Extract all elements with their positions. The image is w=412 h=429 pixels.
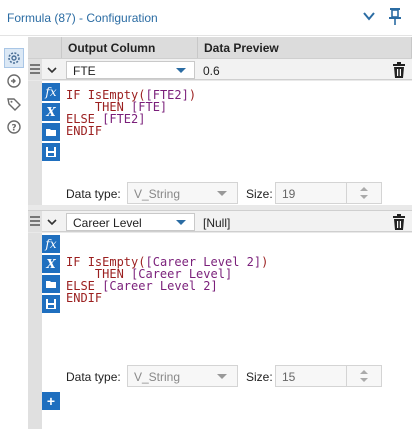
gear-icon[interactable] — [4, 48, 24, 68]
code-token: ) — [188, 88, 197, 102]
code-token: [FTE2] — [102, 112, 146, 126]
expression-editor[interactable]: IF IsEmpty([FTE2]) THEN [FTE] ELSE [FTE2]… — [66, 89, 196, 137]
variable-icon[interactable]: X — [42, 255, 60, 273]
size-input[interactable]: 15 — [275, 365, 382, 387]
help-icon[interactable]: ? — [5, 118, 23, 136]
add-formula-button[interactable]: + — [42, 392, 60, 410]
collapse-chevron-icon[interactable] — [42, 59, 62, 81]
size-input[interactable]: 19 — [275, 182, 382, 204]
data-preview-value: 0.6 — [203, 64, 220, 78]
expression-editor[interactable]: IF IsEmpty([Career Level 2]) THEN [Caree… — [66, 256, 268, 304]
connection-icon[interactable] — [5, 72, 23, 90]
size-spinner[interactable] — [346, 183, 381, 203]
size-value: 15 — [282, 370, 296, 384]
dropdown-arrow-icon — [217, 374, 227, 379]
output-column-value: Career Level — [73, 216, 142, 230]
header-data-preview: Data Preview — [198, 37, 412, 58]
code-token: [Career Level 2] — [102, 279, 218, 293]
function-icon[interactable]: fx — [42, 83, 60, 101]
data-type-value: V_String — [134, 370, 181, 384]
row-gutter — [28, 233, 42, 388]
trash-icon[interactable] — [392, 214, 406, 230]
size-label: Size: — [246, 370, 273, 384]
data-type-label: Data type: — [66, 187, 121, 201]
data-type-label: Data type: — [66, 370, 121, 384]
chevron-down-icon[interactable] — [361, 8, 377, 24]
data-type-select[interactable]: V_String — [127, 182, 238, 204]
title-bar: Formula (87) - Configuration — [0, 0, 412, 36]
tag-icon[interactable] — [5, 95, 23, 113]
type-bar: Data type: V_String Size: 19 — [62, 181, 412, 205]
dropdown-arrow-icon — [217, 191, 227, 196]
add-row-area — [42, 388, 412, 429]
drag-handle[interactable] — [28, 59, 42, 80]
size-value: 19 — [282, 187, 296, 201]
code-token: ENDIF — [66, 291, 103, 305]
data-preview-value: [Null] — [203, 216, 231, 230]
trash-icon[interactable] — [392, 62, 406, 78]
output-column-select[interactable]: Career Level — [66, 213, 195, 231]
svg-text:?: ? — [11, 124, 16, 134]
size-spinner[interactable] — [346, 366, 381, 386]
open-folder-icon[interactable] — [42, 275, 60, 293]
code-token: ) — [261, 255, 269, 269]
tool-strip: fx X — [42, 81, 62, 205]
code-line: ENDIF — [66, 125, 196, 137]
open-folder-icon[interactable] — [42, 123, 60, 141]
pin-icon[interactable] — [387, 7, 403, 25]
variable-icon[interactable]: X — [42, 103, 60, 121]
type-bar: Data type: V_String Size: 15 — [62, 364, 412, 388]
header-spacer — [28, 37, 62, 58]
left-rail: ? — [0, 37, 28, 429]
window-title: Formula (87) - Configuration — [7, 11, 158, 25]
function-icon[interactable]: fx — [42, 235, 60, 253]
data-type-value: V_String — [134, 187, 181, 201]
data-type-select[interactable]: V_String — [127, 365, 238, 387]
save-icon[interactable] — [42, 295, 60, 313]
code-line: ENDIF — [66, 292, 268, 304]
collapse-chevron-icon[interactable] — [42, 211, 62, 233]
header-output-column: Output Column — [62, 37, 198, 58]
save-icon[interactable] — [42, 143, 60, 161]
size-label: Size: — [246, 187, 273, 201]
drag-handle[interactable] — [28, 211, 42, 232]
row-gutter — [28, 81, 42, 205]
dropdown-arrow-icon — [176, 68, 186, 73]
output-column-value: FTE — [73, 64, 96, 78]
formula-grid: Output Column Data Preview FTE 0.6 fx X … — [28, 37, 412, 429]
tool-strip: fx X — [42, 233, 62, 388]
output-column-select[interactable]: FTE — [66, 61, 195, 79]
code-token: ENDIF — [66, 124, 103, 138]
dropdown-arrow-icon — [176, 220, 186, 225]
row-gutter — [28, 388, 42, 429]
